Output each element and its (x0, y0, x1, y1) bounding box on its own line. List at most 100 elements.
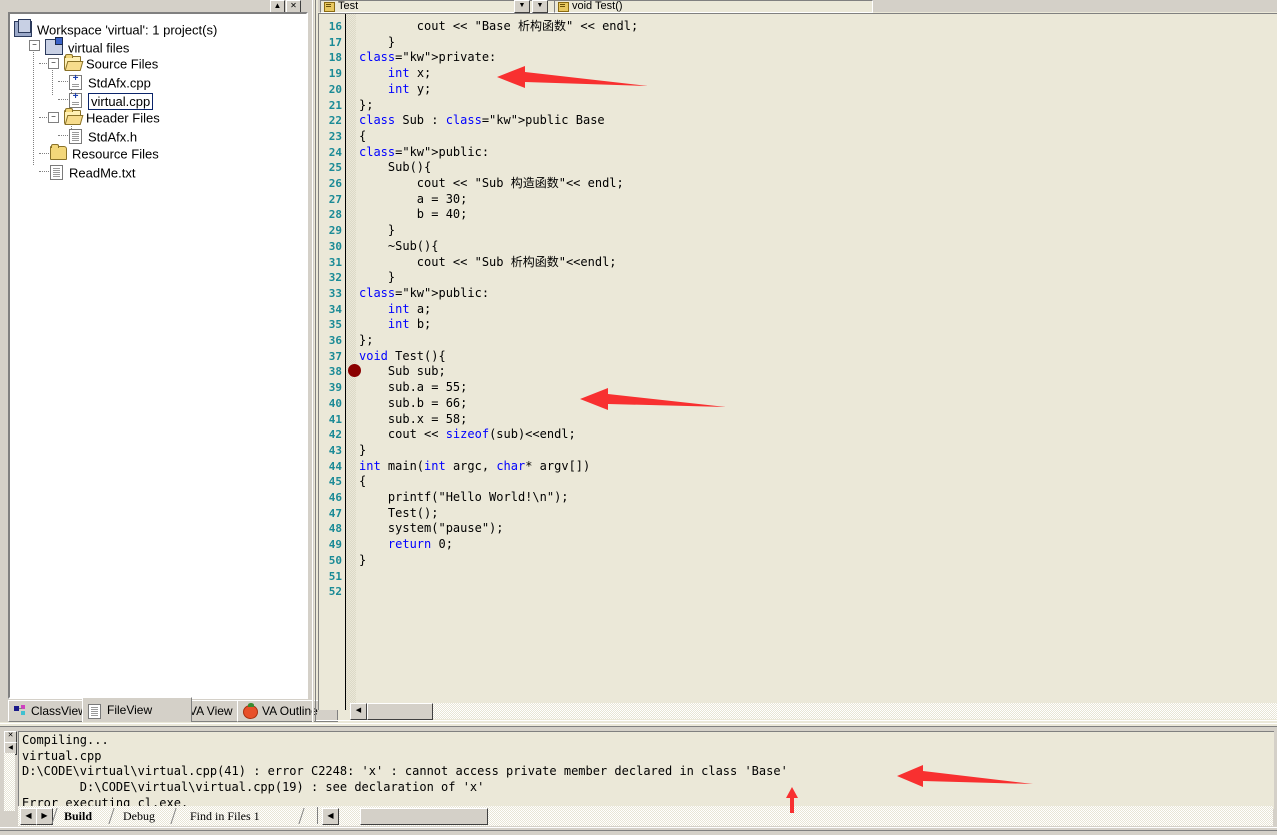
header-file-icon (69, 129, 82, 144)
line-number: 20 (328, 82, 342, 96)
class-combo-dropdown-icon[interactable]: ▼ (514, 0, 530, 13)
line-number: 24 (328, 145, 342, 159)
output-vertical-scroll-track[interactable] (4, 753, 15, 811)
code-line[interactable]: }; (359, 98, 373, 114)
line-number: 27 (328, 192, 342, 206)
expander-collapse-icon[interactable]: − (29, 40, 40, 51)
classview-icon (14, 705, 27, 717)
tab-label: VA View (189, 704, 233, 718)
member-flag-icon (558, 2, 569, 12)
code-line[interactable]: } (359, 443, 366, 459)
code-line[interactable]: sub.b = 66; (359, 396, 467, 412)
code-line[interactable]: { (359, 129, 366, 145)
expander-collapse-icon[interactable]: − (48, 58, 59, 69)
code-line[interactable]: Sub(){ (359, 160, 431, 176)
tree-row-workspace[interactable]: Workspace 'virtual': 1 project(s) (10, 18, 306, 38)
code-line[interactable]: cout << "Sub 构造函数"<< endl; (359, 176, 624, 192)
code-line[interactable]: system("pause"); (359, 521, 504, 537)
output-top-highlight (0, 723, 1277, 724)
tab-fileview[interactable]: FileView (82, 697, 192, 722)
code-line[interactable]: int x; (359, 66, 431, 82)
code-line[interactable]: a = 30; (359, 192, 468, 208)
tree-row-readme-txt[interactable]: ReadMe.txt (10, 162, 306, 181)
text-file-icon (50, 165, 63, 180)
code-line[interactable]: }; (359, 333, 373, 349)
tree-item-label: Resource Files (72, 146, 159, 162)
code-line[interactable]: } (359, 35, 395, 51)
code-line[interactable]: void Test(){ (359, 349, 446, 365)
tree-row-virtual-cpp[interactable]: virtual.cpp (10, 90, 306, 110)
output-hscroll-thumb[interactable] (360, 808, 488, 825)
code-line[interactable]: class="kw">public: (359, 145, 489, 161)
editor-horizontal-scrollbar[interactable]: ◀ (350, 703, 1277, 720)
code-line[interactable]: class Sub : class="kw">public Base (359, 113, 605, 129)
output-line[interactable]: D:\CODE\virtual\virtual.cpp(19) : see de… (22, 780, 788, 796)
code-line[interactable]: sub.x = 58; (359, 412, 467, 428)
code-editor[interactable]: 16 17 18 19 20 21 22 23 24 25 26 27 28 29 30 31 32 33 34 35… (318, 13, 1277, 710)
line-number: 44 (328, 459, 342, 473)
tree-item-label: Header Files (86, 110, 160, 126)
class-combo-expand-icon[interactable]: ▼ (532, 0, 548, 13)
tree-row-stdafx-cpp[interactable]: StdAfx.cpp (10, 72, 306, 91)
line-number: 45 (328, 475, 342, 489)
output-tab-scroll-right-icon[interactable]: ▶ (36, 808, 53, 825)
code-line[interactable]: Sub sub; (359, 364, 446, 380)
cpp-file-icon (69, 92, 82, 108)
line-number: 47 (328, 506, 342, 520)
code-line[interactable]: { (359, 474, 366, 490)
line-number: 46 (328, 491, 342, 504)
selection-margin[interactable] (346, 14, 356, 710)
code-line[interactable]: int main(int argc, char* argv[]) (359, 459, 590, 475)
line-number: 16 (328, 20, 342, 33)
output-tab-scroll-left-icon[interactable]: ◀ (20, 808, 37, 825)
code-line[interactable]: int y; (359, 82, 431, 98)
output-tab-build[interactable]: Build (64, 808, 92, 824)
line-number: 35 (328, 318, 342, 332)
code-line[interactable]: return 0; (359, 537, 453, 553)
code-line[interactable]: int b; (359, 317, 431, 333)
tree-row-header-files[interactable]: − Header Files (10, 108, 306, 126)
output-tab-find-in-files[interactable]: Find in Files 1 (190, 808, 260, 824)
code-line[interactable]: b = 40; (359, 207, 468, 223)
code-line[interactable]: } (359, 553, 366, 569)
editor-combo-strip: Test ▼ ▼ void Test() (318, 0, 1277, 13)
code-line[interactable]: cout << sizeof(sub)<<endl; (359, 427, 576, 443)
scrollbar-thumb[interactable] (367, 703, 433, 720)
code-line[interactable]: int a; (359, 302, 431, 318)
code-line[interactable]: cout << "Sub 析构函数"<<endl; (359, 255, 617, 271)
scroll-left-icon[interactable]: ◀ (350, 703, 367, 720)
code-line[interactable]: class="kw">public: (359, 286, 489, 302)
output-line[interactable]: Compiling... (22, 733, 788, 749)
code-line[interactable]: ~Sub(){ (359, 239, 439, 255)
class-combo-value: Test (338, 0, 359, 12)
line-number: 23 (328, 129, 342, 143)
code-line[interactable]: Test(); (359, 506, 439, 522)
line-number: 30 (328, 239, 342, 253)
output-line[interactable]: virtual.cpp (22, 749, 788, 765)
code-line[interactable]: } (359, 270, 395, 286)
status-bar-edge (0, 830, 1277, 831)
code-line[interactable]: sub.a = 55; (359, 380, 467, 396)
code-line[interactable]: printf("Hello World!\n"); (359, 490, 569, 506)
line-number: 18 (328, 51, 342, 65)
tree-row-stdafx-h[interactable]: StdAfx.h (10, 126, 306, 145)
code-line[interactable]: cout << "Base 析构函数" << endl; (359, 19, 638, 35)
output-text-area[interactable]: Compiling... virtual.cpp D:\CODE\virtual\v… (18, 731, 1274, 809)
tab-label: FileView (107, 703, 153, 717)
output-hscroll-left-icon[interactable]: ◀ (322, 808, 339, 825)
editor-bottom-edge (316, 720, 1277, 721)
output-line[interactable]: D:\CODE\virtual\virtual.cpp(41) : error … (22, 764, 788, 780)
file-tree[interactable]: Workspace 'virtual': 1 project(s) − virt… (8, 12, 308, 699)
output-tab-debug[interactable]: Debug (123, 808, 155, 824)
expander-collapse-icon[interactable]: − (48, 112, 59, 123)
code-line[interactable]: class="kw">private: (359, 50, 496, 66)
tree-row-project[interactable]: − virtual files (10, 36, 306, 56)
member-combo[interactable]: void Test() (554, 0, 873, 13)
tree-row-source-files[interactable]: − Source Files (10, 54, 306, 72)
output-tab-strip: ◀ ▶ Build Debug Find in Files 1 ◀ (18, 806, 1273, 826)
code-line[interactable]: } (359, 223, 395, 239)
tree-row-resource-files[interactable]: Resource Files (10, 144, 306, 162)
output-panel: ✕ ◀ Compiling... virtual.cpp D:\CODE\virtu… (0, 727, 1277, 835)
line-number: 29 (328, 224, 342, 238)
member-combo-value: void Test() (572, 0, 623, 12)
